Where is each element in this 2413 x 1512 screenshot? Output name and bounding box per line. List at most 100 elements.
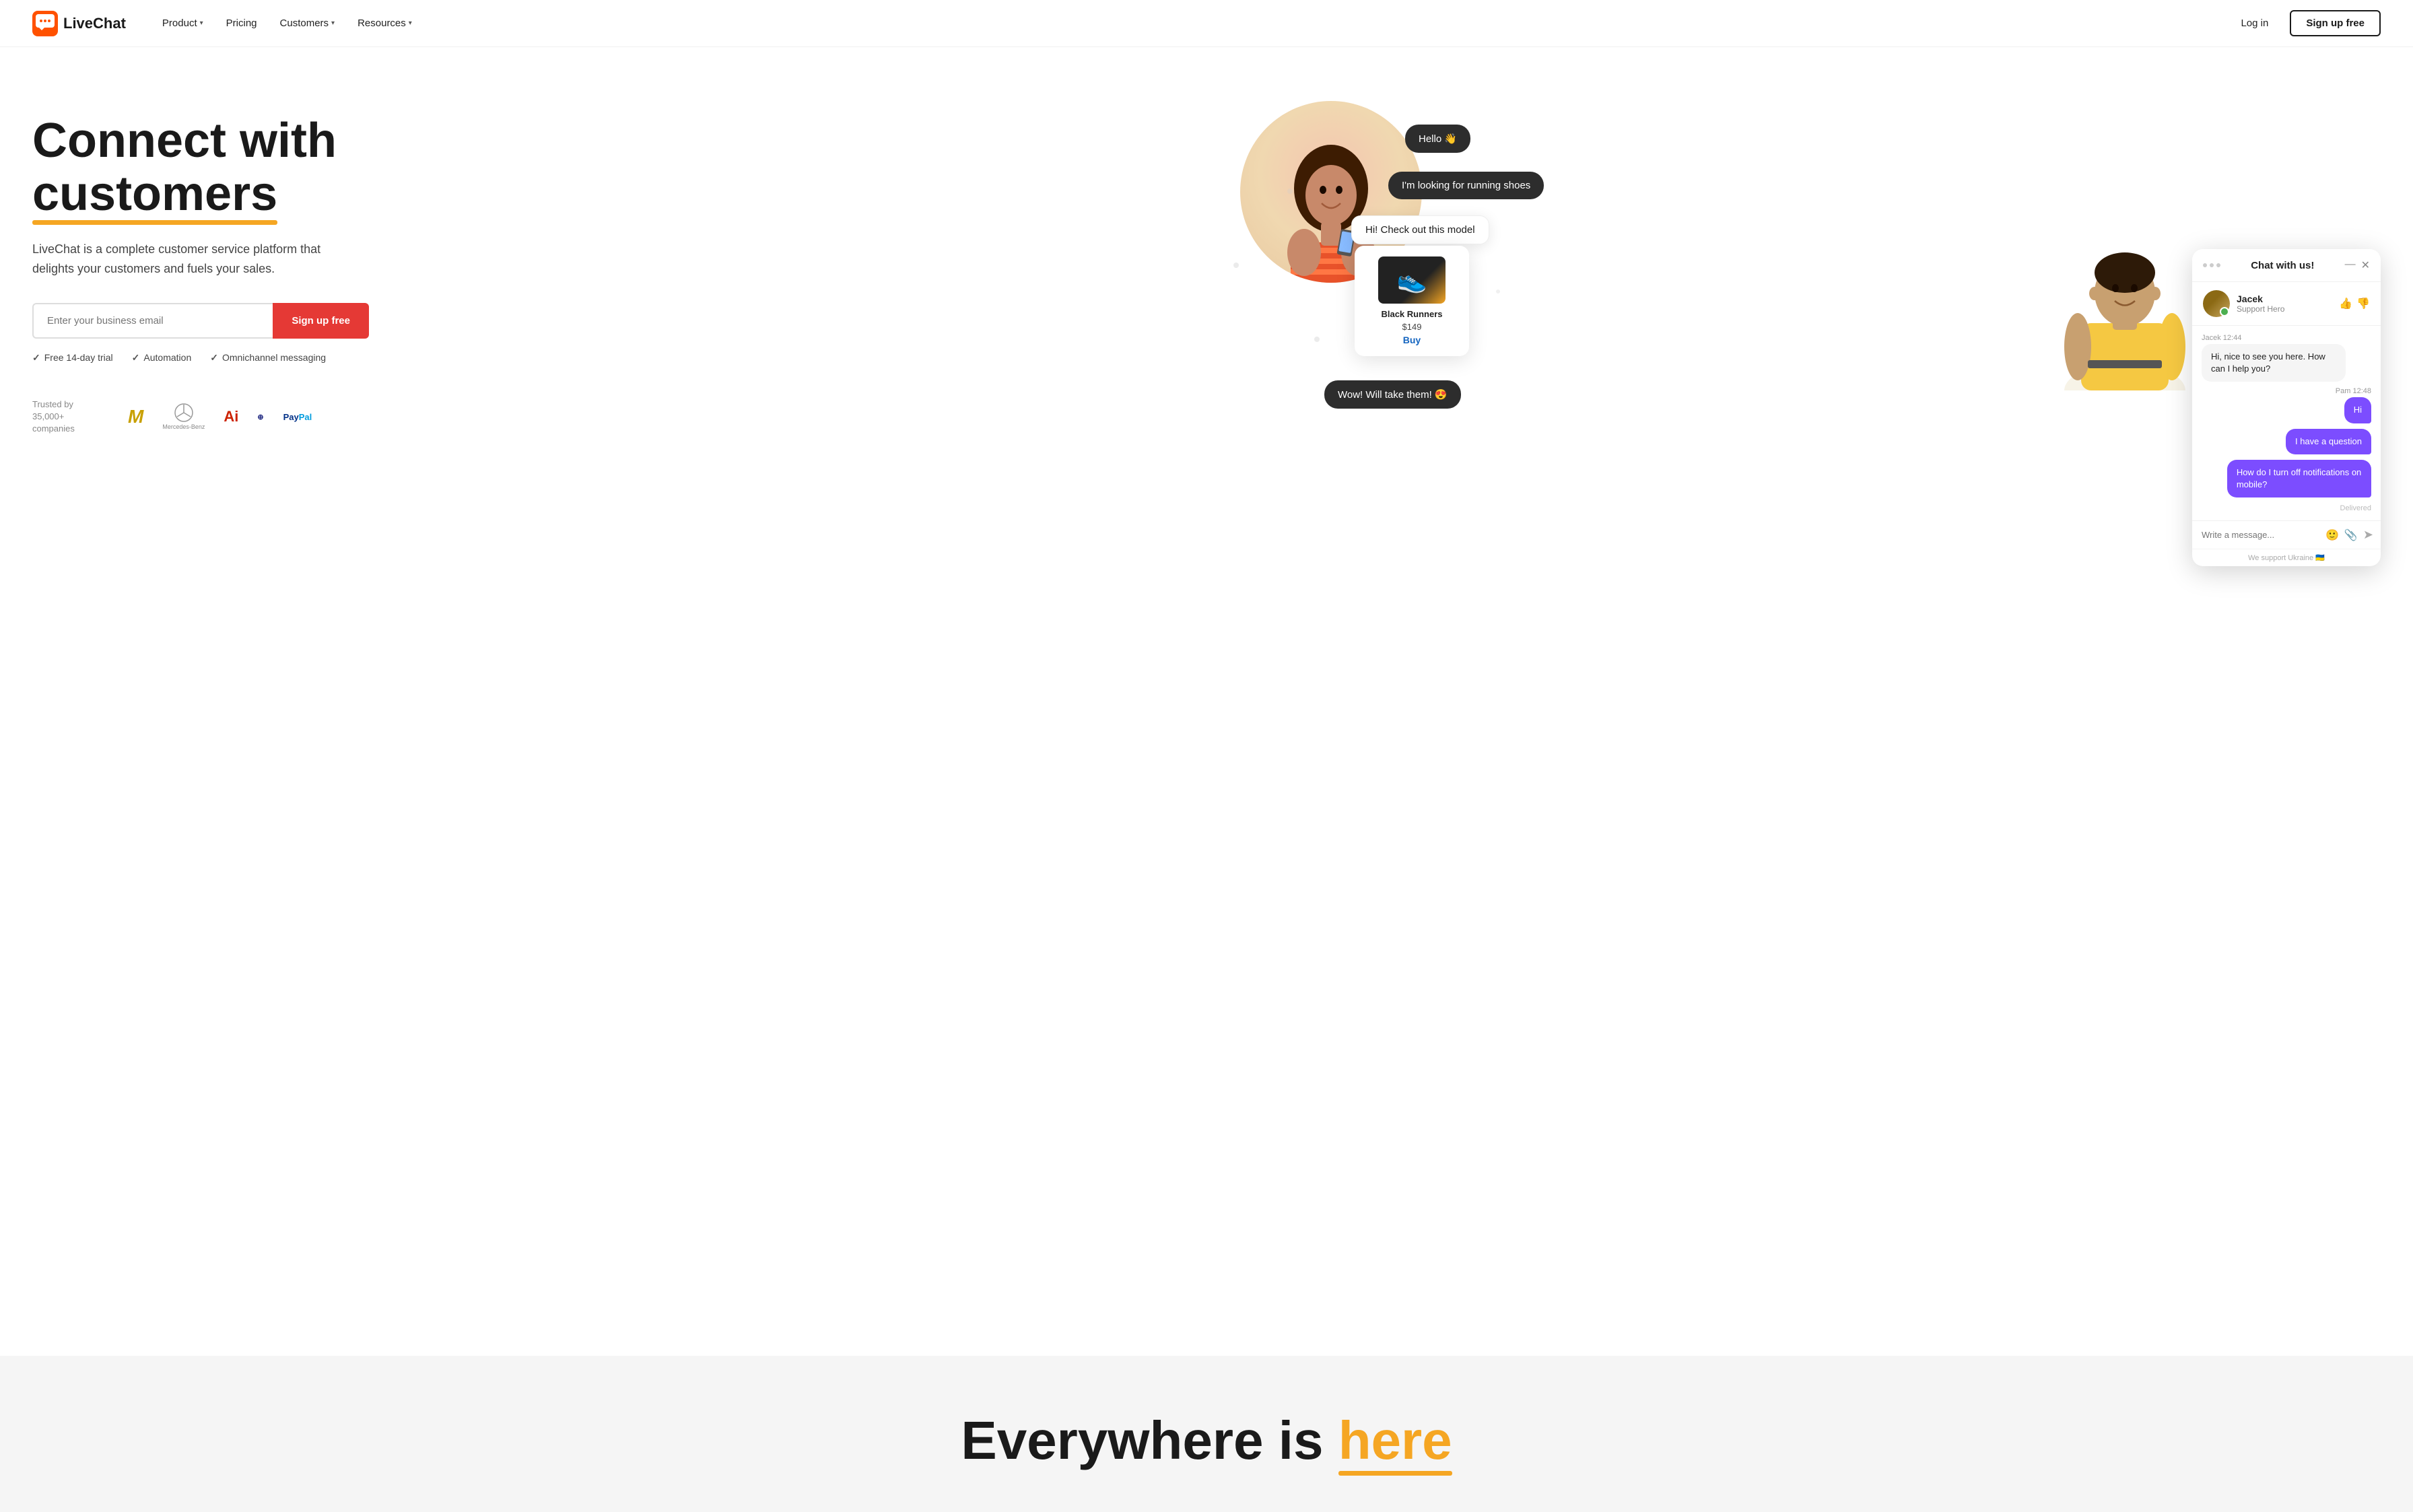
chat-widget-dots: [2203, 263, 2220, 267]
agent-name: Jacek: [2237, 294, 2284, 304]
everywhere-heading: Everywhere is here: [32, 1410, 2381, 1472]
hero-headline: Connect with customers: [32, 114, 1206, 221]
unilever-logo: ⊕: [257, 413, 264, 421]
nav-links: Product ▾ Pricing Customers ▾ Resources …: [153, 12, 2231, 34]
feature-omnichannel: ✓ Omnichannel messaging: [210, 352, 326, 364]
mercedes-icon: [174, 403, 193, 422]
thumbs-up-icon[interactable]: 👍: [2339, 297, 2352, 310]
mcdonalds-logo: M: [128, 406, 143, 427]
chat-input[interactable]: [2202, 530, 2320, 540]
logo-link[interactable]: LiveChat: [32, 11, 126, 36]
bubble-hello-text: Hello 👋: [1419, 133, 1457, 145]
decor-dot-2: [1287, 188, 1293, 194]
decor-dot-1: [1233, 263, 1239, 268]
bottom-section: Everywhere is here: [0, 1356, 2413, 1512]
chat-widget-actions: — ✕: [2345, 259, 2370, 272]
man-illustration: [2064, 236, 2185, 390]
minimize-icon[interactable]: —: [2345, 259, 2356, 272]
nav-product[interactable]: Product ▾: [153, 12, 213, 34]
adobe-logo: Ai: [224, 408, 238, 425]
check-icon-omnichannel: ✓: [210, 352, 218, 364]
decor-dot-4: [1496, 289, 1500, 294]
user-message-hi-row: Pam 12:48 Hi: [2202, 387, 2371, 423]
product-chevron-icon: ▾: [200, 20, 203, 27]
email-form: Sign up free: [32, 303, 369, 339]
delivered-status: Delivered: [2202, 504, 2371, 512]
signup-button[interactable]: Sign up free: [2290, 10, 2381, 36]
hero-right: Hello 👋 I'm looking for running shoes Hi…: [1206, 88, 2381, 1329]
navbar: LiveChat Product ▾ Pricing Customers ▾ R…: [0, 0, 2413, 47]
bubble-check-text: Hi! Check out this model: [1365, 224, 1475, 236]
user-message-q-row: I have a question: [2202, 429, 2371, 454]
headline-line1: Connect with: [32, 114, 337, 168]
feature-automation-label: Automation: [143, 352, 191, 363]
here-text: here: [1338, 1410, 1452, 1472]
mercedes-logo: Mercedes-Benz: [162, 403, 205, 430]
agent-message-bubble: Hi, nice to see you here. How can I help…: [2202, 344, 2346, 382]
customers-chevron-icon: ▾: [331, 20, 335, 27]
bubble-shoes-text: I'm looking for running shoes: [1402, 180, 1530, 191]
feature-trial: ✓ Free 14-day trial: [32, 352, 113, 364]
chat-action-icons: 🙂 📎: [2325, 528, 2358, 542]
hero-section: Connect with customers LiveChat is a com…: [0, 47, 2413, 1356]
feature-checks: ✓ Free 14-day trial ✓ Automation ✓ Omnic…: [32, 352, 1206, 364]
email-input[interactable]: [32, 303, 273, 339]
man-figure-svg: [2064, 236, 2185, 390]
agent-details: Jacek Support Hero: [2237, 294, 2284, 314]
bubble-wow-text: Wow! Will take them! 😍: [1338, 389, 1448, 401]
shoe-image: [1378, 256, 1446, 304]
nav-pricing[interactable]: Pricing: [217, 12, 267, 34]
trusted-section: Trusted by 35,000+ companies M Mercedes-…: [32, 399, 1206, 436]
chat-widget-title: Chat with us!: [2251, 260, 2314, 271]
paypal-logo: PayPal: [283, 412, 312, 422]
user-hi-time: Pam 12:48: [2336, 387, 2371, 395]
agent-role: Support Hero: [2237, 304, 2284, 314]
buy-button[interactable]: Buy: [1365, 335, 1458, 345]
agent-msg-time: Jacek 12:44: [2202, 334, 2371, 342]
bubble-shoes: I'm looking for running shoes: [1388, 172, 1544, 199]
feature-automation: ✓ Automation: [132, 352, 192, 364]
emoji-icon[interactable]: 🙂: [2325, 528, 2339, 542]
headline-line2: customers: [32, 168, 277, 221]
user-message-long: How do I turn off notifications on mobil…: [2227, 460, 2371, 497]
signup-hero-button[interactable]: Sign up free: [273, 303, 369, 339]
nav-resources-label: Resources: [358, 18, 406, 29]
hero-description: LiveChat is a complete customer service …: [32, 240, 355, 279]
bubble-hello: Hello 👋: [1405, 125, 1470, 153]
logo-text: LiveChat: [63, 15, 126, 32]
nav-customers[interactable]: Customers ▾: [271, 12, 345, 34]
nav-resources[interactable]: Resources ▾: [348, 12, 421, 34]
mercedes-text: Mercedes-Benz: [162, 423, 205, 430]
send-icon[interactable]: ➤: [2363, 528, 2373, 542]
thumbs-down-icon[interactable]: 👎: [2356, 297, 2370, 310]
feature-trial-label: Free 14-day trial: [44, 352, 113, 363]
product-card: Black Runners $149 Buy: [1355, 246, 1469, 356]
chat-widget: Chat with us! — ✕ Jacek Support Hero 👍 👎: [2192, 249, 2381, 566]
livechat-logo-icon: [32, 11, 58, 36]
user-message-long-row: How do I turn off notifications on mobil…: [2202, 460, 2371, 497]
dot-3: [2216, 263, 2220, 267]
user-message-hi: Hi: [2344, 397, 2371, 423]
feature-omnichannel-label: Omnichannel messaging: [222, 352, 326, 363]
nav-product-label: Product: [162, 18, 197, 29]
trusted-text: Trusted by 35,000+ companies: [32, 399, 106, 436]
chat-widget-footer: We support Ukraine 🇺🇦: [2192, 549, 2381, 566]
chat-widget-header: Chat with us! — ✕: [2192, 249, 2381, 282]
paypal-pay-text: Pay: [283, 412, 299, 422]
agent-avatar: [2203, 290, 2230, 317]
agent-info: Jacek Support Hero 👍 👎: [2192, 282, 2381, 326]
nav-actions: Log in Sign up free: [2230, 10, 2381, 36]
bubble-check: Hi! Check out this model: [1351, 215, 1489, 244]
user-message-question: I have a question: [2286, 429, 2371, 454]
dot-2: [2210, 263, 2214, 267]
check-icon-trial: ✓: [32, 352, 40, 364]
product-name: Black Runners: [1365, 309, 1458, 319]
brand-logos: M Mercedes-Benz Ai ⊕ PayPal: [128, 403, 312, 430]
check-icon-automation: ✓: [132, 352, 140, 364]
close-icon[interactable]: ✕: [2361, 259, 2370, 272]
nav-pricing-label: Pricing: [226, 18, 257, 29]
login-button[interactable]: Log in: [2230, 12, 2279, 34]
paypal-pal-text: Pal: [299, 412, 312, 422]
attachment-icon[interactable]: 📎: [2344, 528, 2358, 542]
bubble-wow: Wow! Will take them! 😍: [1324, 380, 1461, 409]
